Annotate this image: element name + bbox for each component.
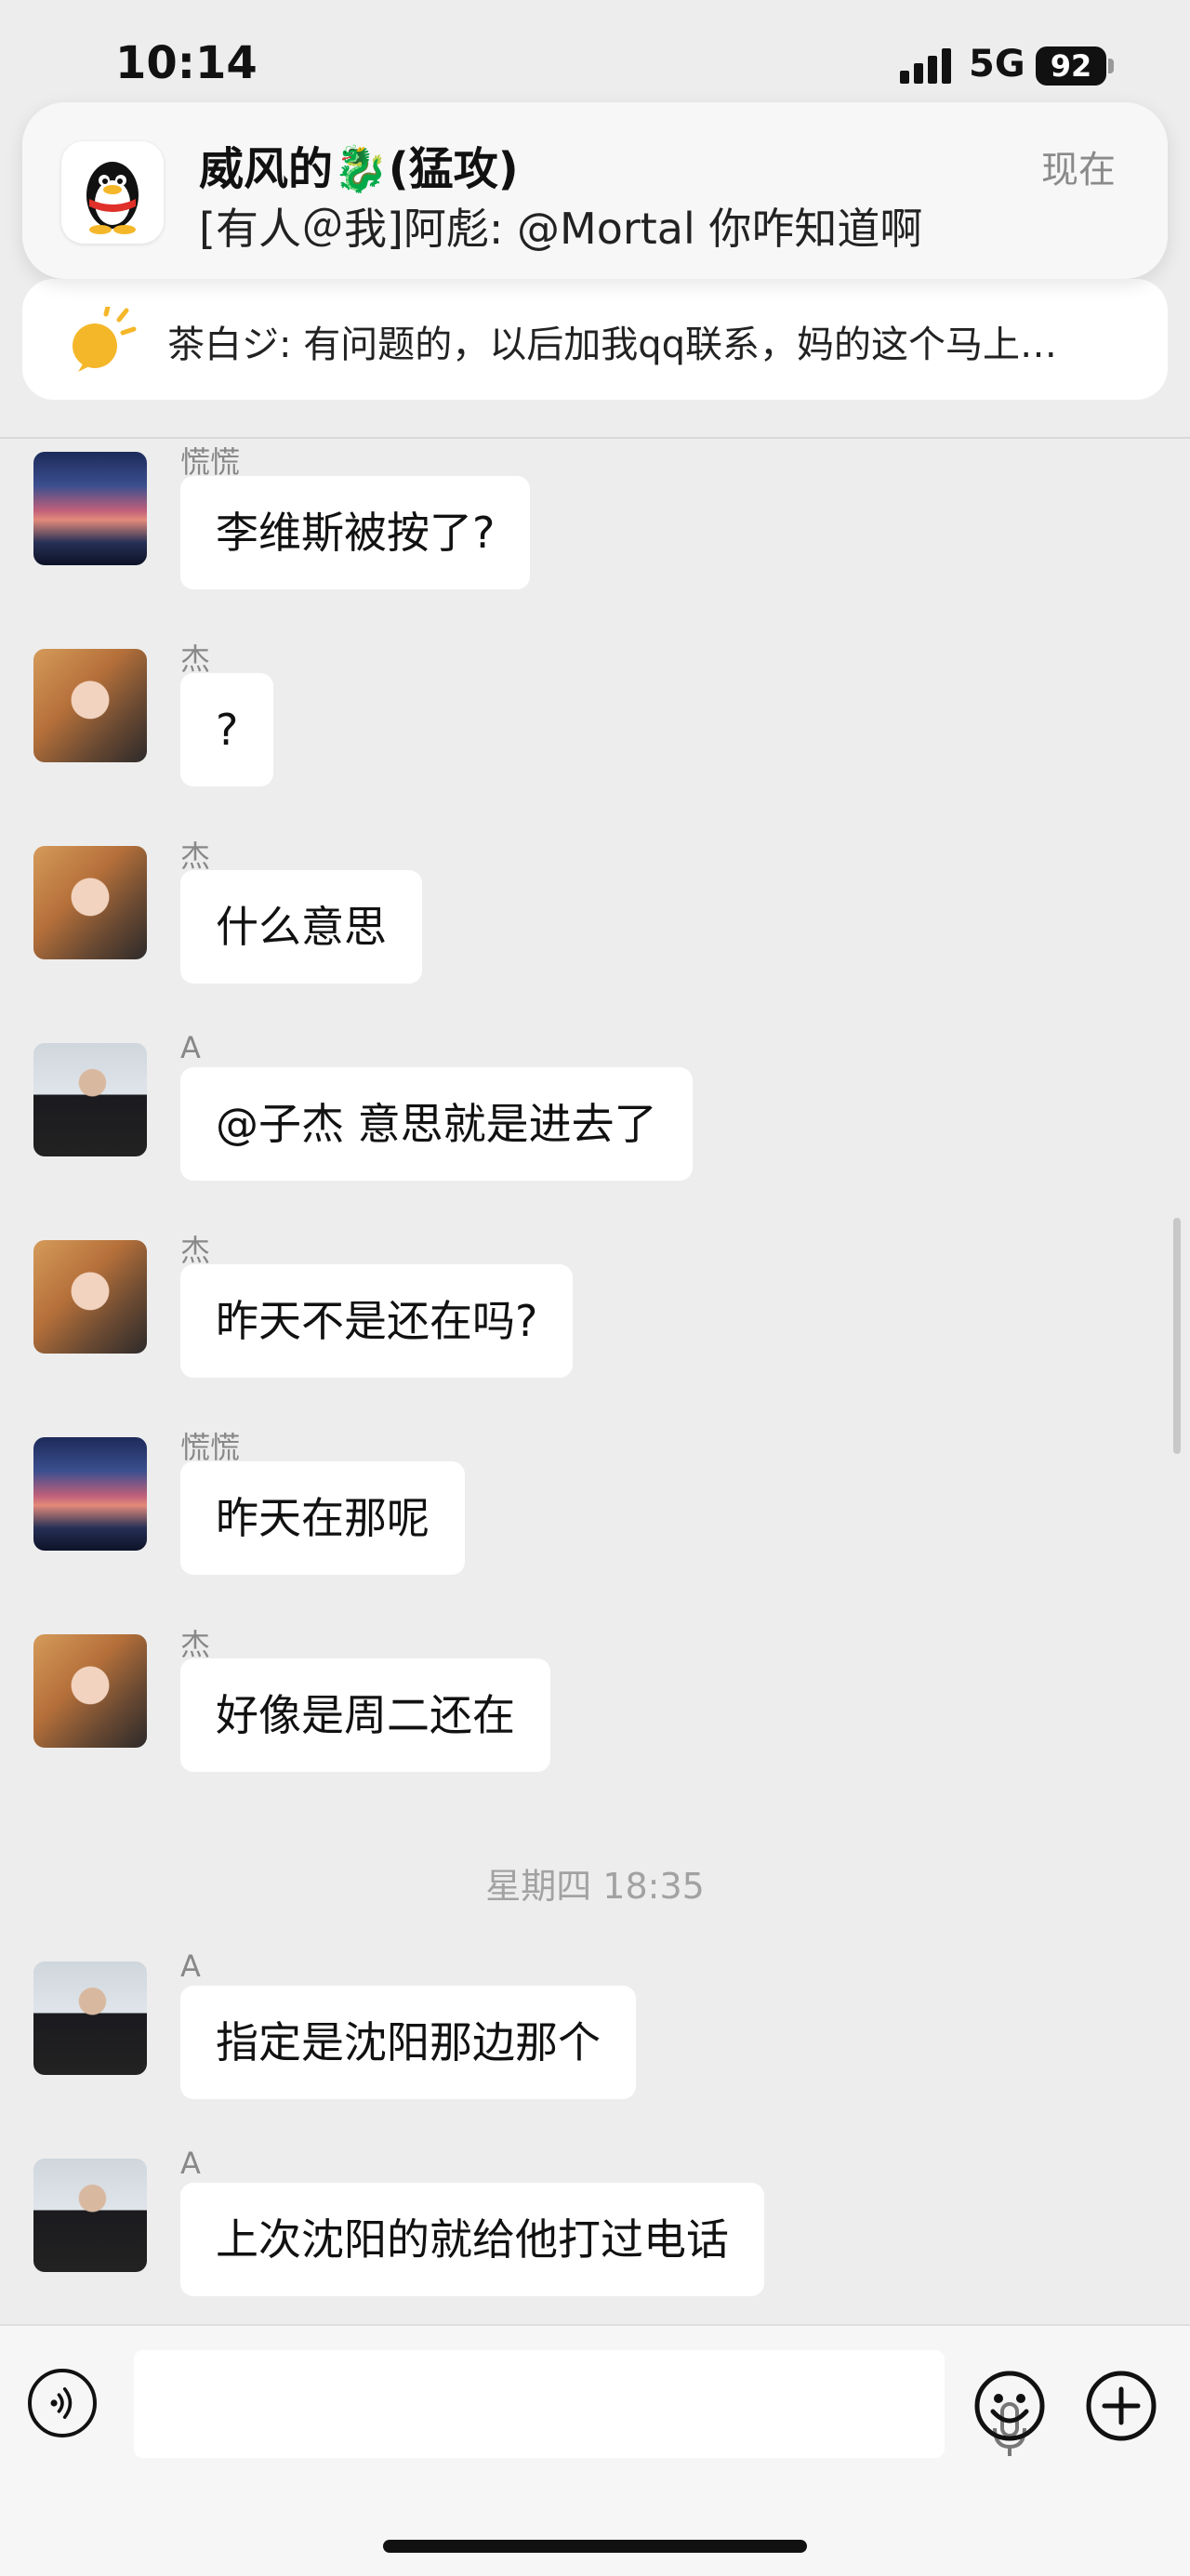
message-bubble[interactable]: 指定是沈阳那边那个 (180, 1986, 636, 2099)
avatar[interactable] (33, 1634, 147, 1748)
sender-name: A (180, 1030, 201, 1065)
message-bubble[interactable]: 什么意思 (180, 870, 422, 984)
home-indicator[interactable] (383, 2540, 807, 2553)
message-bubble[interactable]: 昨天不是还在吗? (180, 1264, 574, 1378)
sender-name: A (180, 2146, 201, 2181)
time-divider: 星期四 18:35 (485, 1866, 705, 1907)
emoji-icon[interactable] (972, 2369, 1047, 2443)
avatar[interactable] (33, 649, 147, 762)
status-bar: 10:14 5G 92 (0, 0, 1190, 102)
announcement-icon (73, 307, 137, 372)
signal-icon (900, 46, 956, 84)
notification-body: [有人＠我]阿彪: @Mortal 你咋知道啊 (199, 204, 923, 254)
message-bubble[interactable]: ? (180, 673, 274, 786)
message-bubble[interactable]: @子杰 意思就是进去了 (180, 1067, 693, 1181)
battery-tip (1108, 59, 1114, 73)
message-bubble[interactable]: 昨天在那呢 (180, 1461, 465, 1575)
notification-time: 现在 (1041, 149, 1116, 192)
message-input[interactable] (134, 2350, 1026, 2458)
qq-penguin-icon (61, 141, 164, 244)
plus-icon[interactable] (1084, 2369, 1158, 2443)
message-bubble[interactable]: 上次沈阳的就给他打过电话 (180, 2183, 764, 2296)
header-divider (0, 437, 1190, 439)
sender-name: A (180, 1949, 201, 1984)
group-announcement[interactable]: 茶白ジ: 有问题的，以后加我qq联系，妈的这个马上… (22, 279, 1168, 400)
avatar[interactable] (33, 846, 147, 959)
battery-icon: 92 (1036, 46, 1106, 86)
message-bubble[interactable]: 好像是周二还在 (180, 1658, 550, 1772)
status-time: 10:14 (115, 37, 258, 89)
input-bar (0, 2324, 1190, 2576)
network-type: 5G (969, 43, 1025, 86)
avatar[interactable] (33, 452, 147, 565)
announcement-text: 茶白ジ: 有问题的，以后加我qq联系，妈的这个马上… (167, 324, 1057, 366)
notification-title: 威风的🐉(猛攻) (199, 143, 519, 195)
avatar[interactable] (33, 1962, 147, 2075)
notification-banner[interactable]: 威风的🐉(猛攻) [有人＠我]阿彪: @Mortal 你咋知道啊 现在 (22, 102, 1168, 279)
message-bubble[interactable]: 李维斯被按了? (180, 476, 531, 589)
voice-icon[interactable] (28, 2369, 97, 2437)
avatar[interactable] (33, 1437, 147, 1551)
avatar[interactable] (33, 1043, 147, 1156)
avatar[interactable] (33, 1240, 147, 1354)
avatar[interactable] (33, 2159, 147, 2272)
scroll-indicator[interactable] (1173, 1218, 1181, 1454)
